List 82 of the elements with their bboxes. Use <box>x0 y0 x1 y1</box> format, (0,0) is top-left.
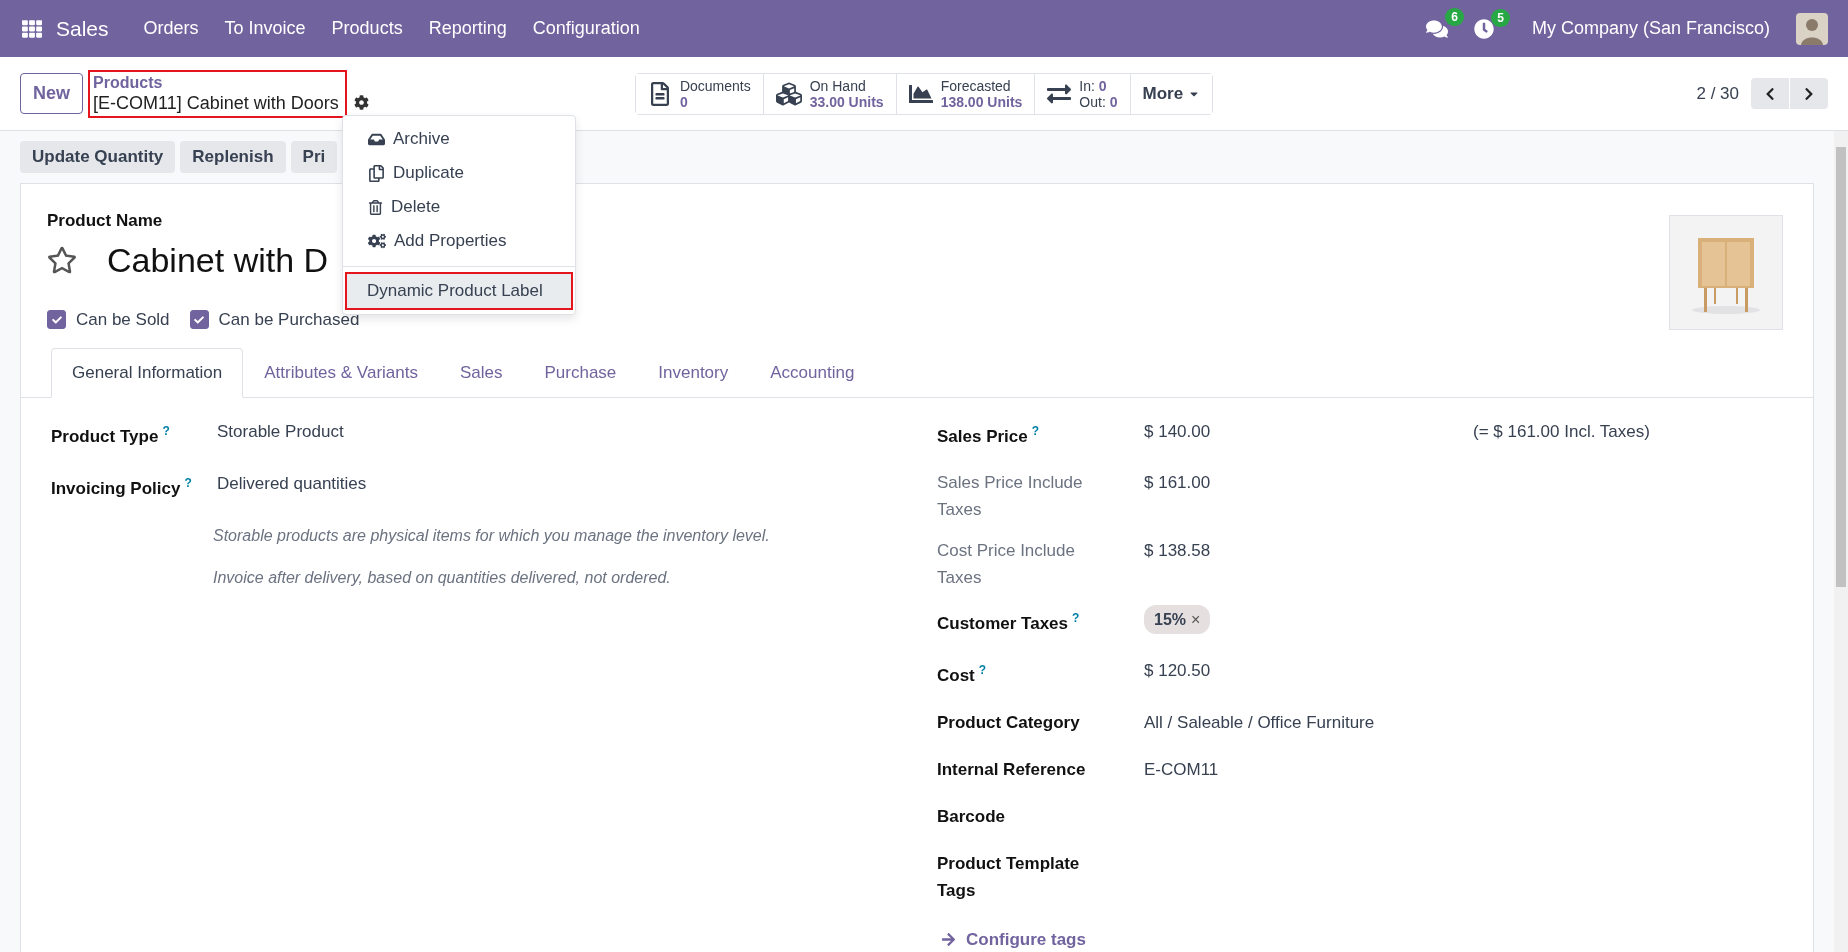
menu-item[interactable]: Add Properties <box>343 224 575 258</box>
field-value: E-COM11 <box>1144 759 1219 779</box>
help-text: Storable products are physical items for which you manage the inventory level. <box>213 525 771 546</box>
cubes-icon <box>775 80 802 107</box>
settings-icon[interactable] <box>353 95 369 110</box>
field-value: All / Saleable / Office Furniture <box>1144 712 1375 732</box>
stat-value: 138.00 Units <box>940 93 1023 110</box>
field-value: $ 161.00 <box>1144 473 1211 493</box>
field-value: Storable Product <box>217 420 345 443</box>
checkbox[interactable] <box>189 310 209 330</box>
field-value: (= $ 161.00 Incl. Taxes) <box>1473 420 1651 443</box>
menu-item[interactable]: Archive <box>343 122 575 156</box>
field-label: Internal Reference <box>937 758 1087 781</box>
app-name[interactable]: Sales <box>56 16 109 41</box>
field-label: Product Type $^{?}$ <box>51 422 171 448</box>
stat-in-text: In: 0 <box>1079 77 1108 94</box>
more-button[interactable]: More <box>1129 73 1213 114</box>
field-value: $ 120.50 <box>1144 660 1211 680</box>
stat-value: 33.00 Units <box>809 93 884 110</box>
checkbox-label: Can be Sold <box>76 309 170 330</box>
tax-tag: 15% × <box>1144 605 1211 635</box>
nav-menu-item[interactable]: Configuration <box>519 18 653 39</box>
star-icon[interactable] <box>47 245 77 276</box>
apps-menu-icon[interactable] <box>22 18 42 39</box>
counter-badge: 6 <box>1445 7 1464 26</box>
nav-menu-item[interactable]: To Invoice <box>211 18 319 39</box>
tab[interactable]: Sales <box>438 347 524 398</box>
tab[interactable]: Inventory <box>637 347 750 398</box>
product-name: Cabinet with D <box>107 240 329 280</box>
action-button[interactable]: Update Quantity <box>20 141 176 173</box>
nav-menu-item[interactable]: Products <box>318 18 416 39</box>
stat-value: 0 <box>679 93 689 110</box>
trash-icon <box>368 199 383 215</box>
stat-label: On Hand <box>809 77 867 94</box>
stat-label: Forecasted <box>940 77 1012 94</box>
field-value: $ 140.00 <box>1144 421 1211 441</box>
field-label: Cost $^{?}$ <box>937 661 988 687</box>
menu-item[interactable]: Delete <box>343 190 575 224</box>
tab[interactable]: General Information <box>51 347 244 398</box>
stat-label: Documents <box>679 77 751 94</box>
stat-out-text: Out: 0 <box>1079 93 1118 110</box>
action-button[interactable]: Replenish <box>180 141 286 173</box>
checkbox-label: Can be Purchased <box>218 309 360 330</box>
arrow-right-icon <box>941 932 956 947</box>
check-icon <box>51 314 62 325</box>
tab[interactable]: Attributes & Variants <box>243 347 439 398</box>
pager-counter[interactable]: 2 / 30 <box>1696 83 1739 104</box>
field-label: Sales Price $^{?}$ <box>937 422 1041 448</box>
nav-menu-item[interactable]: Reporting <box>415 18 520 39</box>
configure-tags-link[interactable]: Configure tags <box>941 929 1086 950</box>
help-text: Invoice after delivery, based on quantities delivered, not ordered. <box>213 567 672 588</box>
user-avatar[interactable] <box>1796 12 1828 45</box>
gears-icon <box>368 232 386 250</box>
menu-item[interactable]: Duplicate <box>343 156 575 190</box>
field-value: Delivered quantities <box>217 473 368 496</box>
tab[interactable]: Purchase <box>523 347 638 398</box>
check-icon <box>194 314 205 325</box>
breadcrumb-link[interactable]: Products <box>93 73 339 92</box>
field-label: Product Category <box>937 711 1081 734</box>
action-button[interactable]: Pri <box>290 141 338 173</box>
company-switcher[interactable]: My Company (San Francisco) <box>1531 18 1770 39</box>
copy-icon <box>368 164 385 182</box>
clock-icon[interactable] <box>1473 18 1494 39</box>
field-label: Product Template Tags <box>937 852 1081 902</box>
record-title: [E-COM11] Cabinet with Doors <box>93 91 339 114</box>
field-value: $ 138.58 <box>1144 541 1211 561</box>
remove-tag-button[interactable]: × <box>1191 606 1201 634</box>
next-button[interactable] <box>1790 78 1828 109</box>
field-label: Barcode <box>937 805 1007 828</box>
field-label: Product Name <box>47 210 164 231</box>
checkbox[interactable] <box>47 310 66 330</box>
new-button[interactable]: New <box>20 73 83 114</box>
menu-item[interactable]: Dynamic Product Label <box>345 272 573 310</box>
scrollbar[interactable] <box>1834 131 1848 952</box>
counter-badge: 5 <box>1491 8 1510 27</box>
tab[interactable]: Accounting <box>749 347 876 398</box>
field-label: Cost Price Include Taxes <box>937 540 1076 590</box>
nav-menu-item[interactable]: Orders <box>130 18 212 39</box>
field-label: Invoicing Policy $^{?}$ <box>51 475 193 500</box>
field-label: Customer Taxes $^{?}$ <box>937 610 1081 635</box>
previous-button[interactable] <box>1751 78 1789 109</box>
field-label: Sales Price Include Taxes <box>937 472 1084 522</box>
